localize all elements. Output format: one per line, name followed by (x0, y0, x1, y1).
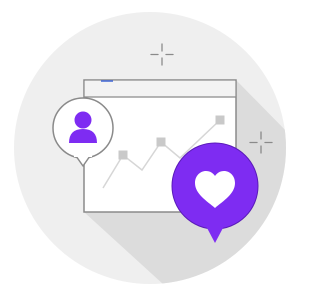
chart-point (118, 150, 128, 160)
window-header (84, 80, 236, 97)
chart-point (215, 115, 225, 125)
engagement-illustration (14, 12, 286, 284)
chart-point (156, 137, 166, 147)
